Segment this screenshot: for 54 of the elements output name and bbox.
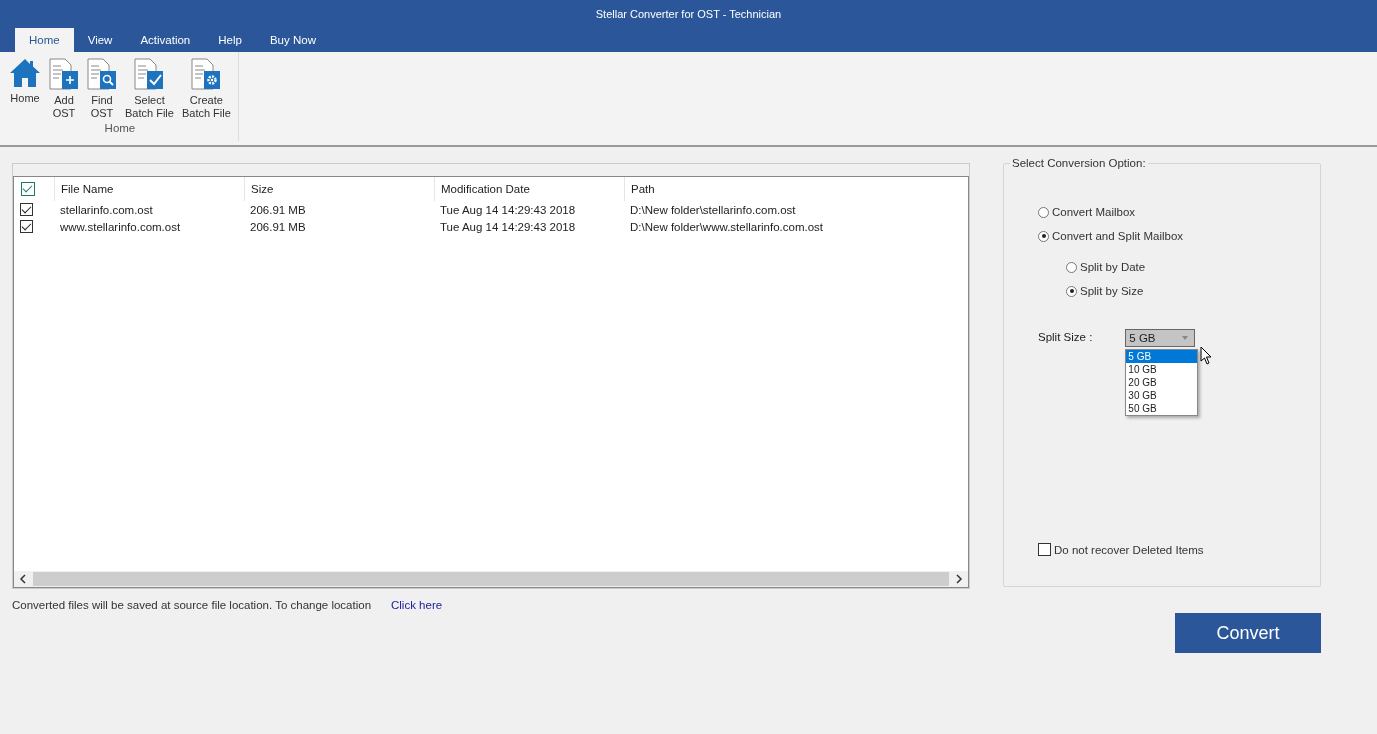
dropdown-arrow-icon — [1182, 336, 1189, 340]
save-location-note: Converted files will be saved at source file location. To change location — [12, 599, 373, 611]
ribbon-tab[interactable]: Activation — [126, 28, 205, 52]
table-cell-text: www.stellarinfo.com.ost — [59, 220, 182, 233]
dropdown-option[interactable]: 5 GB — [1126, 350, 1198, 363]
column-header[interactable]: Modification Date — [434, 177, 624, 201]
table-cell-text: D:\New folder\stellarinfo.com.ost — [629, 203, 797, 216]
window-title: Stellar Converter for OST - Technician — [595, 7, 782, 20]
column-header[interactable]: Size — [244, 177, 434, 201]
select-all-checkbox[interactable] — [21, 182, 35, 196]
column-header[interactable]: File Name — [54, 177, 244, 201]
row-checkbox[interactable] — [20, 220, 33, 233]
ribbon-tab[interactable]: Help — [204, 28, 256, 52]
split-size-label: Split Size : — [1038, 330, 1093, 343]
dropdown-option[interactable]: 30 GB — [1126, 389, 1198, 402]
ribbon-button[interactable]: Home — [6, 58, 44, 120]
group-title: Select Conversion Option: — [1010, 157, 1148, 169]
click-here-link[interactable]: Click here — [391, 599, 443, 611]
table-cell-text: 206.91 MB — [249, 220, 307, 233]
radio-option[interactable]: Convert Mailbox — [1038, 206, 1320, 218]
document-plus-icon — [49, 58, 79, 90]
ribbon-button[interactable]: Select Batch File — [122, 58, 177, 120]
table-cell-text: Tue Aug 14 14:29:43 2018 — [439, 220, 577, 233]
home-icon — [9, 58, 41, 88]
radio-option[interactable]: Split by Date — [1066, 261, 1320, 273]
document-search-icon — [87, 58, 117, 90]
ribbon-button[interactable]: Add OST — [46, 58, 82, 120]
ribbon-tab[interactable]: Home — [15, 28, 74, 52]
table-cell-text: stellarinfo.com.ost — [59, 203, 154, 216]
table-cell-text: 206.91 MB — [249, 203, 307, 216]
horizontal-scrollbar[interactable] — [14, 571, 968, 587]
document-check-icon — [134, 58, 165, 90]
dropdown-option[interactable]: 20 GB — [1126, 376, 1198, 389]
table-cell-text: D:\New folder\www.stellarinfo.com.ost — [629, 220, 824, 233]
ribbon-tab[interactable]: Buy Now — [255, 28, 330, 52]
do-not-recover-checkbox[interactable]: Do not recover Deleted Items — [1038, 543, 1320, 556]
dropdown-option[interactable]: 10 GB — [1126, 363, 1198, 376]
ribbon-button[interactable]: Create Batch File — [178, 58, 234, 120]
dropdown-option[interactable]: 50 GB — [1126, 402, 1198, 415]
scroll-right-icon[interactable] — [955, 574, 963, 584]
scrollbar-thumb[interactable] — [33, 572, 949, 586]
radio-option[interactable]: Split by Size — [1066, 285, 1320, 297]
scroll-left-icon[interactable] — [19, 574, 27, 584]
document-gear-icon — [191, 58, 222, 90]
split-size-dropdown[interactable]: 5 GB — [1125, 329, 1196, 347]
mouse-pointer-icon — [1200, 346, 1213, 365]
table-cell-text: Tue Aug 14 14:29:43 2018 — [439, 203, 577, 216]
ribbon-tab[interactable]: View — [73, 28, 127, 52]
ribbon-button[interactable]: Find OST — [84, 58, 120, 120]
column-header[interactable]: Path — [624, 177, 968, 201]
ribbon-group-label: Home — [104, 122, 136, 134]
row-checkbox[interactable] — [20, 203, 33, 216]
radio-option[interactable]: Convert and Split Mailbox — [1038, 230, 1320, 242]
convert-button[interactable]: Convert — [1175, 613, 1321, 653]
